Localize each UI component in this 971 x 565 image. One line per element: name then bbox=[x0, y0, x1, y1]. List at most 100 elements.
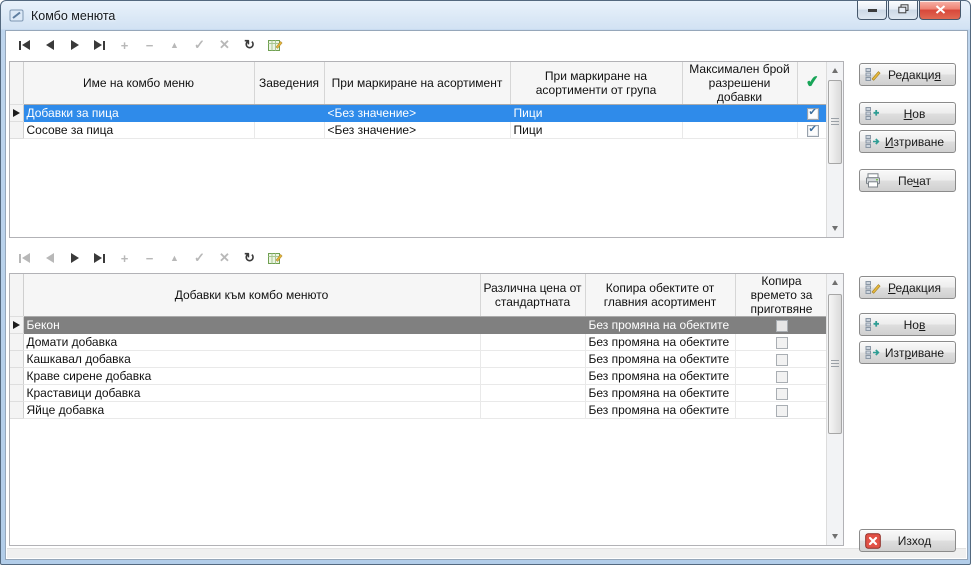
minimize-icon bbox=[868, 9, 877, 12]
table-row[interactable]: Кашкавал добавка Без промяна на обектите bbox=[10, 351, 828, 368]
copy-time-checkbox[interactable] bbox=[776, 405, 788, 417]
nav-last-icon[interactable] bbox=[87, 35, 112, 55]
column-header-name[interactable]: Име на комбо меню bbox=[23, 62, 254, 105]
column-header-on-mark-assortment[interactable]: При маркиране на асортимент bbox=[324, 62, 510, 105]
nav-edit-icon: ▲ bbox=[162, 35, 187, 55]
copy-time-checkbox[interactable] bbox=[776, 354, 788, 366]
active-header-check-icon bbox=[805, 73, 820, 93]
column-header-max-addons[interactable]: Максимален брой разрешени добавки bbox=[682, 62, 797, 105]
table-row[interactable]: Добавки за пица <Без значение> Пици bbox=[10, 105, 828, 122]
row-indicator-header bbox=[10, 62, 23, 105]
table-row[interactable]: Домати добавка Без промяна на обектите bbox=[10, 334, 828, 351]
nav-first-icon[interactable] bbox=[12, 35, 37, 55]
navigator-toolbar-bottom: + − ▲ ✓ ✕ ↻ bbox=[12, 247, 287, 269]
scroll-up-button[interactable] bbox=[827, 62, 843, 79]
vertical-scrollbar[interactable] bbox=[826, 274, 843, 545]
column-header-addon-name[interactable]: Добавки към комбо менюто bbox=[23, 274, 480, 317]
window-title: Комбо менюта bbox=[31, 9, 115, 23]
table-row[interactable]: Яйце добавка Без промяна на обектите bbox=[10, 402, 828, 419]
grid-edit-icon[interactable] bbox=[262, 248, 287, 268]
nav-next-icon[interactable] bbox=[62, 35, 87, 55]
copy-time-checkbox[interactable] bbox=[776, 371, 788, 383]
titlebar[interactable]: Комбо менюта bbox=[1, 1, 970, 30]
navigator-toolbar-top: + − ▲ ✓ ✕ ↻ bbox=[12, 34, 287, 56]
copy-time-checkbox[interactable] bbox=[776, 388, 788, 400]
scroll-down-icon bbox=[832, 534, 838, 539]
scroll-up-icon bbox=[832, 280, 838, 285]
combo-addons-grid: Добавки към комбо менюто Различна цена о… bbox=[9, 273, 844, 546]
grid-edit-icon[interactable] bbox=[262, 35, 287, 55]
row-active-checkbox[interactable] bbox=[807, 108, 819, 120]
column-header-copy-objects[interactable]: Копира обектите от главния асортимент bbox=[585, 274, 735, 317]
restore-button[interactable] bbox=[888, 1, 918, 20]
delete-button-bottom[interactable]: Изтриване bbox=[859, 341, 956, 364]
copy-time-checkbox[interactable] bbox=[776, 320, 788, 332]
scroll-up-button[interactable] bbox=[827, 274, 843, 291]
scroll-down-button[interactable] bbox=[827, 528, 843, 545]
restore-icon bbox=[898, 1, 909, 19]
button-label: Нов bbox=[904, 107, 926, 121]
nav-refresh-icon[interactable]: ↻ bbox=[237, 35, 262, 55]
exit-icon bbox=[865, 533, 881, 549]
nav-cancel-icon: ✕ bbox=[212, 35, 237, 55]
thumb-grip-icon bbox=[831, 118, 839, 126]
nav-first-icon bbox=[12, 248, 37, 268]
column-header-on-mark-group[interactable]: При маркиране на асортименти от група bbox=[510, 62, 682, 105]
scrollbar-thumb[interactable] bbox=[828, 294, 842, 434]
delete-button-top[interactable]: Изтриване bbox=[859, 130, 956, 153]
nav-refresh-icon[interactable]: ↻ bbox=[237, 248, 262, 268]
button-label: Редакция bbox=[888, 68, 941, 82]
row-active-checkbox[interactable] bbox=[807, 125, 819, 137]
nav-add-icon: + bbox=[112, 248, 137, 268]
close-button[interactable] bbox=[919, 1, 961, 20]
edit-button-bottom[interactable]: Редакция bbox=[859, 276, 956, 299]
nav-previous-icon bbox=[37, 248, 62, 268]
window-icon bbox=[9, 8, 25, 24]
nav-previous-icon[interactable] bbox=[37, 35, 62, 55]
print-button[interactable]: Печат bbox=[859, 169, 956, 192]
button-label: Изтриване bbox=[885, 346, 944, 360]
column-header-active[interactable] bbox=[797, 62, 828, 105]
table-row[interactable]: Краве сирене добавка Без промяна на обек… bbox=[10, 368, 828, 385]
button-label: Редакция bbox=[888, 281, 941, 295]
nav-remove-icon: − bbox=[137, 35, 162, 55]
nav-add-icon: + bbox=[112, 35, 137, 55]
nav-post-icon: ✓ bbox=[187, 248, 212, 268]
current-row-arrow-icon bbox=[13, 321, 20, 329]
exit-button[interactable]: Изход bbox=[859, 529, 956, 552]
button-label: Печат bbox=[898, 174, 931, 188]
nav-last-icon[interactable] bbox=[87, 248, 112, 268]
nav-edit-icon: ▲ bbox=[162, 248, 187, 268]
scroll-up-icon bbox=[832, 68, 838, 73]
app-window: Комбо менюта + − ▲ ✓ ✕ ↻ bbox=[0, 0, 971, 565]
thumb-grip-icon bbox=[831, 360, 839, 368]
window-controls bbox=[856, 1, 961, 20]
table-row[interactable]: Сосове за пица <Без значение> Пици bbox=[10, 122, 828, 139]
column-header-sites[interactable]: Заведения bbox=[254, 62, 324, 105]
scrollbar-thumb[interactable] bbox=[828, 80, 842, 164]
nav-next-icon[interactable] bbox=[62, 248, 87, 268]
status-strip bbox=[7, 548, 966, 558]
nav-cancel-icon: ✕ bbox=[212, 248, 237, 268]
current-row-arrow-icon bbox=[13, 109, 20, 117]
new-icon bbox=[865, 317, 881, 333]
scroll-down-button[interactable] bbox=[827, 220, 843, 237]
button-label: Изход bbox=[898, 534, 931, 548]
table-row[interactable]: Краставици добавка Без промяна на обекти… bbox=[10, 385, 828, 402]
column-header-price[interactable]: Различна цена от стандартната bbox=[480, 274, 585, 317]
edit-button-top[interactable]: Редакция bbox=[859, 63, 956, 86]
print-icon bbox=[865, 173, 881, 189]
vertical-scrollbar[interactable] bbox=[826, 62, 843, 237]
minimize-button[interactable] bbox=[857, 1, 887, 20]
table-row[interactable]: Бекон Без промяна на обектите bbox=[10, 317, 828, 334]
button-label: Нов bbox=[904, 318, 926, 332]
new-button-top[interactable]: Нов bbox=[859, 102, 956, 125]
edit-icon bbox=[865, 280, 881, 296]
nav-post-icon: ✓ bbox=[187, 35, 212, 55]
button-label: Изтриване bbox=[885, 135, 944, 149]
edit-icon bbox=[865, 67, 881, 83]
column-header-copy-time[interactable]: Копира времето за приготвяне bbox=[735, 274, 828, 317]
copy-time-checkbox[interactable] bbox=[776, 337, 788, 349]
new-button-bottom[interactable]: Нов bbox=[859, 313, 956, 336]
nav-remove-icon: − bbox=[137, 248, 162, 268]
